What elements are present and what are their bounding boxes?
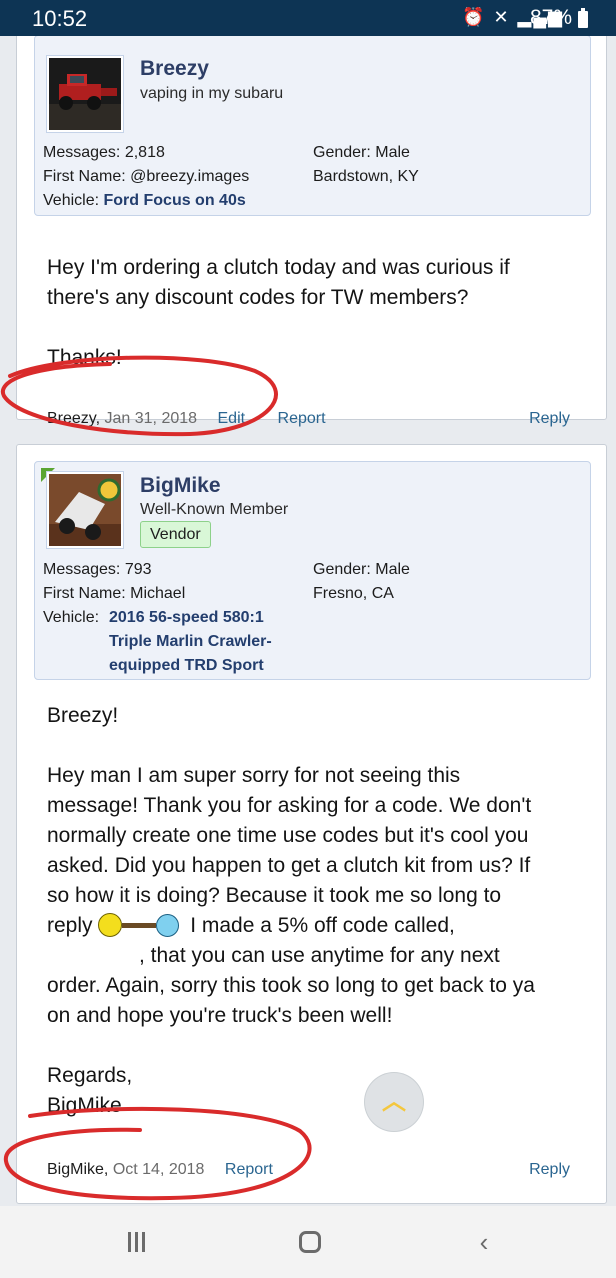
edit-link[interactable]: Edit [218, 410, 246, 427]
gender-field: Gender: Male [313, 561, 410, 578]
first-name-field: First Name: Michael [43, 585, 186, 602]
messages-field: Messages: 2,818 [43, 144, 165, 161]
first-name-field: First Name: @breezy.images [43, 168, 250, 185]
back-icon[interactable]: ‹ [464, 1222, 504, 1262]
message-line: , that you can use anytime for any next [139, 944, 500, 967]
message-line: BigMike [47, 1094, 122, 1117]
thread-page[interactable]: Breezy vaping in my subaru Messages: 2,8… [0, 36, 616, 1206]
post-author[interactable]: BigMike, [47, 1161, 108, 1178]
user-title: vaping in my subaru [140, 85, 284, 102]
post-breezy: Breezy vaping in my subaru Messages: 2,8… [16, 36, 607, 427]
post-author[interactable]: Breezy, [47, 410, 100, 427]
message-line: so how it is doing? Because it took me s… [47, 884, 502, 907]
message-line: normally create one time use codes but i… [47, 824, 529, 847]
message-line: Hey I'm ordering a clutch today and was … [47, 256, 510, 279]
vehicle-field: Vehicle: Ford Focus on 40s [43, 192, 246, 209]
message-line: asked. Did you happen to get a clutch ki… [47, 854, 531, 877]
post-bigmike: BigMike Well-Known Member Vendor Message… [16, 444, 607, 1204]
vehicle-label: Vehicle: [43, 609, 100, 626]
reply-link[interactable]: Reply [529, 1161, 570, 1179]
message-line: order. Again, sorry this took so long to… [47, 974, 535, 997]
message-line: on and hope you're truck's been well! [47, 1004, 393, 1027]
chevron-up-icon: ︿ [382, 1088, 406, 1115]
message-line: reply I made a 5% off code called, [47, 911, 535, 941]
avatar-breezy[interactable] [47, 56, 123, 132]
location-field: Bardstown, KY [313, 168, 419, 185]
message-line: Regards, [47, 1064, 133, 1087]
message-line: there's any discount codes for TW member… [47, 286, 469, 309]
vehicle-link[interactable]: 2016 56-speed 580:1 Triple Marlin Crawle… [109, 606, 272, 678]
avatar-bigmike[interactable] [47, 472, 123, 548]
user-info-block: BigMike Well-Known Member Vendor Message… [34, 461, 591, 680]
report-link[interactable]: Report [278, 410, 326, 427]
message-body: Breezy! Hey man I am super sorry for not… [47, 701, 535, 1121]
message-line: Breezy! [47, 704, 119, 727]
user-title: Well-Known Member [140, 501, 289, 518]
vehicle-link[interactable]: Ford Focus on 40s [104, 192, 246, 209]
post-date[interactable]: Oct 14, 2018 [113, 1161, 205, 1178]
message-body: Hey I'm ordering a clutch today and was … [47, 253, 510, 373]
message-line: Hey man I am super sorry for not seeing … [47, 764, 461, 787]
reply-link[interactable]: Reply [529, 410, 570, 428]
vendor-badge: Vendor [140, 521, 211, 548]
post-date[interactable]: Jan 31, 2018 [105, 410, 198, 427]
status-time: 10:52 [32, 6, 88, 31]
status-bar: 10:52 ⏰ ✕ ▂▄▆ 87% [0, 0, 616, 36]
message-line: message! Thank you for asking for a code… [47, 794, 532, 817]
message-line: Thanks! [47, 346, 122, 369]
scroll-to-top-button[interactable]: ︿ [364, 1072, 424, 1132]
recents-icon[interactable] [116, 1222, 156, 1262]
gender-field: Gender: Male [313, 144, 410, 161]
battery-icon [578, 8, 588, 28]
user-info-block: Breezy vaping in my subaru Messages: 2,8… [34, 36, 591, 216]
username[interactable]: Breezy [140, 57, 209, 81]
messages-field: Messages: 793 [43, 561, 152, 578]
battery-percent: 87% [529, 6, 572, 29]
android-nav-bar: ‹ [0, 1206, 616, 1278]
location-field: Fresno, CA [313, 585, 394, 602]
username[interactable]: BigMike [140, 474, 221, 498]
report-link[interactable]: Report [225, 1161, 273, 1178]
post-footer: BigMike, Oct 14, 2018 Report [47, 1161, 273, 1179]
shooting-emoji-icon [98, 913, 184, 939]
home-icon[interactable] [290, 1222, 330, 1262]
post-footer: Breezy, Jan 31, 2018 Edit Report [47, 410, 326, 428]
